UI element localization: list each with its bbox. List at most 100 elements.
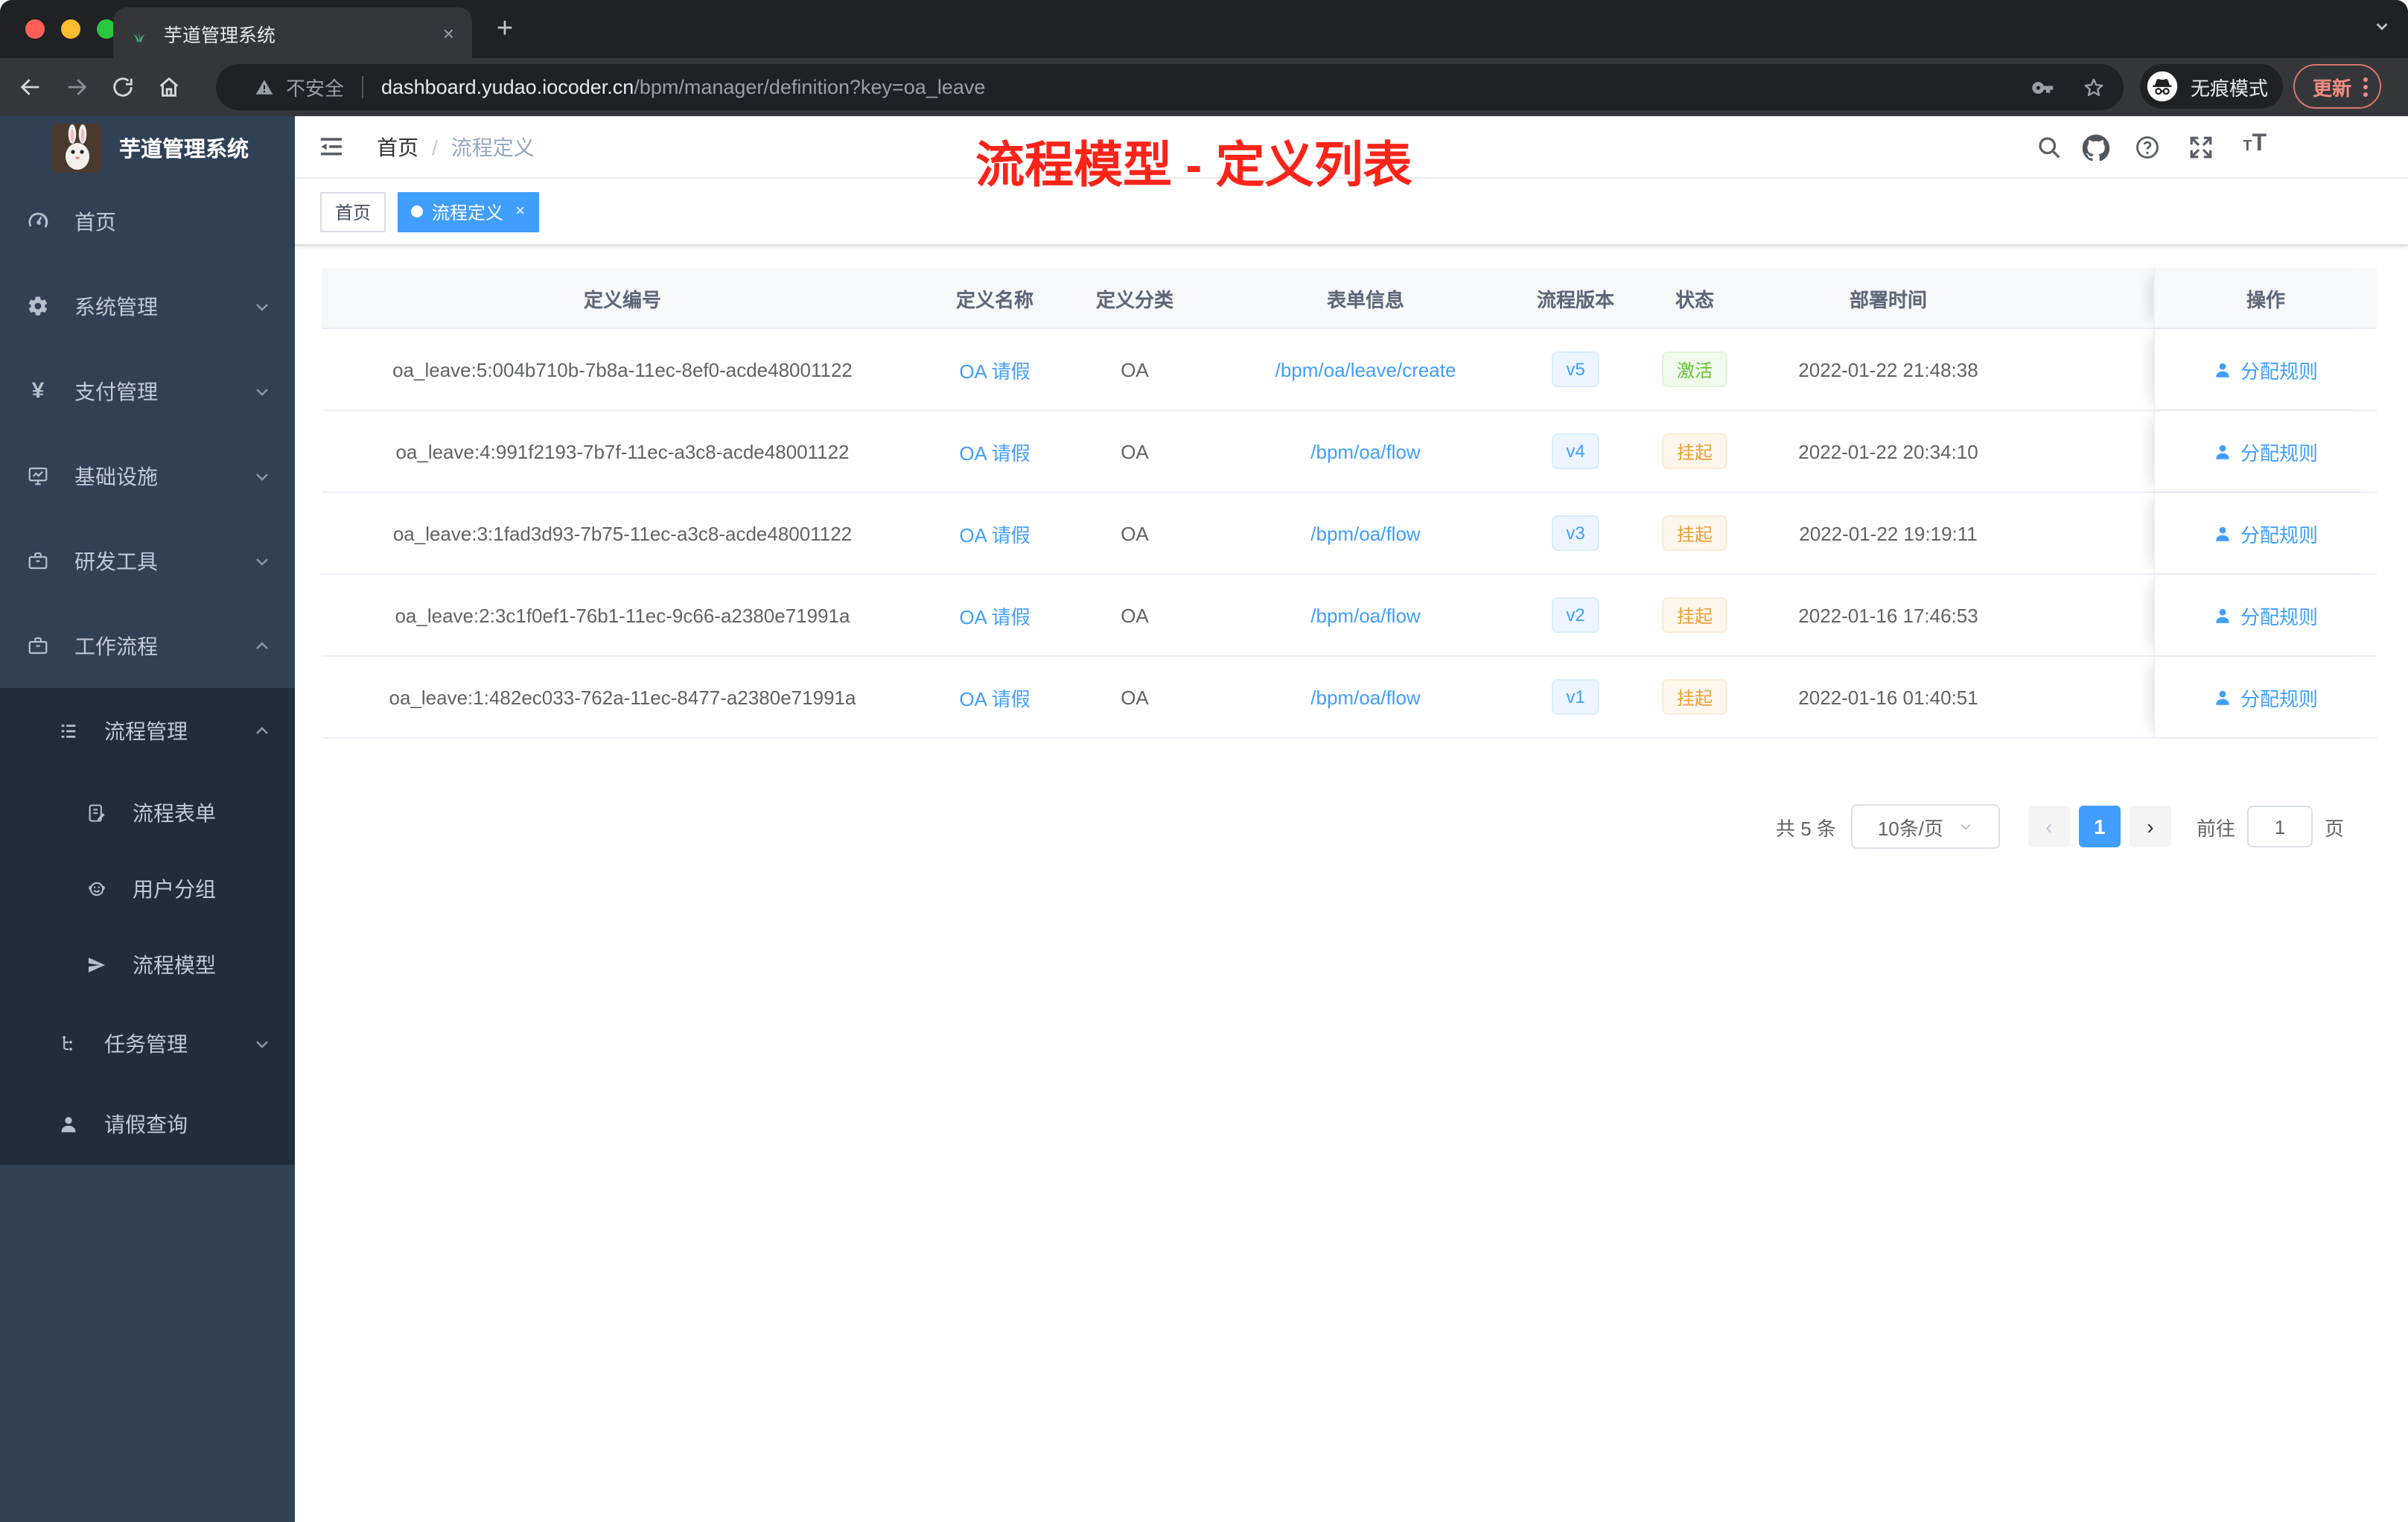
sidebar-item-process-management[interactable]: 流程管理 xyxy=(0,688,295,774)
tag-home[interactable]: 首页 xyxy=(320,191,386,232)
traffic-light-close[interactable] xyxy=(25,19,45,39)
home-icon[interactable] xyxy=(156,74,182,100)
back-icon[interactable] xyxy=(18,74,43,100)
sidebar-item-task-management[interactable]: 任务管理 xyxy=(0,1002,295,1084)
deploy-time-cell: 2022-01-22 20:34:10 xyxy=(1798,440,1978,462)
form-link[interactable]: /bpm/oa/flow xyxy=(1310,440,1420,462)
status-badge: 挂起 xyxy=(1661,679,1727,715)
definition-name-link[interactable]: OA 请假 xyxy=(959,519,1030,547)
definition-name-link[interactable]: OA 请假 xyxy=(959,601,1030,629)
sidebar-item-home[interactable]: 首页 xyxy=(0,179,295,264)
version-badge: v3 xyxy=(1551,515,1600,551)
category-cell: OA xyxy=(1121,686,1149,708)
sidebar-item-system[interactable]: 系统管理 xyxy=(0,264,295,348)
form-link[interactable]: /bpm/oa/flow xyxy=(1310,604,1420,626)
assign-rule-button[interactable]: 分配规则 xyxy=(2214,519,2318,547)
search-icon[interactable] xyxy=(2036,134,2063,161)
main-area: 首页 / 流程定义 TT 首页 流程定义 × 定义编号 定义名称 定义分类 表单… xyxy=(295,116,2408,1522)
sidebar-item-process-form[interactable]: 流程表单 xyxy=(0,774,295,850)
page-content: 定义编号 定义名称 定义分类 表单信息 流程版本 状态 部署时间 操作 oa_l… xyxy=(295,246,2408,1522)
sidebar-logo[interactable]: 芋道管理系统 xyxy=(0,116,295,179)
sidebar-item-leave-query[interactable]: 请假查询 xyxy=(0,1084,295,1165)
goto-page-input[interactable] xyxy=(2246,806,2313,847)
not-secure-label: 不安全 xyxy=(286,77,345,100)
prev-page-button[interactable]: ‹ xyxy=(2028,806,2070,847)
column-header: 表单信息 xyxy=(1326,288,1404,311)
browser-tab[interactable]: 芋道管理系统 × xyxy=(113,7,472,58)
tag-process-definition[interactable]: 流程定义 × xyxy=(398,191,540,232)
browser-menu-icon[interactable] xyxy=(2363,74,2369,99)
person-icon xyxy=(2217,608,2230,623)
sidebar-item-label: 任务管理 xyxy=(104,1031,188,1055)
chevron-up-icon xyxy=(253,722,271,740)
form-link[interactable]: /bpm/oa/flow xyxy=(1310,522,1420,544)
form-link[interactable]: /bpm/oa/leave/create xyxy=(1275,358,1456,380)
sidebar-item-process-model[interactable]: 流程模型 xyxy=(0,926,295,1002)
new-tab-button[interactable]: + xyxy=(487,12,523,48)
browser-update-button[interactable]: 更新 xyxy=(2293,64,2382,109)
tag-close-icon[interactable]: × xyxy=(515,203,525,220)
person-icon xyxy=(2217,362,2230,377)
bookmark-star-icon[interactable] xyxy=(2082,75,2106,99)
gear-icon xyxy=(28,296,48,316)
font-size-icon[interactable]: TT xyxy=(2243,131,2267,158)
toolbox-icon xyxy=(28,552,48,570)
definition-name-link[interactable]: OA 请假 xyxy=(959,437,1030,465)
breadcrumb: 首页 / 流程定义 xyxy=(377,132,535,162)
sidebar-item-label: 用户分组 xyxy=(133,876,216,900)
version-badge: v2 xyxy=(1551,597,1600,633)
assign-rule-button[interactable]: 分配规则 xyxy=(2214,601,2318,629)
next-page-button[interactable]: › xyxy=(2129,806,2171,847)
status-badge: 挂起 xyxy=(1661,597,1727,633)
sidebar-item-user-group[interactable]: 用户分组 xyxy=(0,850,295,926)
page-size-select[interactable]: 10条/页 xyxy=(1850,804,2000,849)
sidebar-item-payment[interactable]: ¥ 支付管理 xyxy=(0,348,295,433)
assign-rule-button[interactable]: 分配规则 xyxy=(2214,437,2318,465)
assign-rule-button[interactable]: 分配规则 xyxy=(2214,683,2318,711)
pagination-total: 共 5 条 xyxy=(1776,817,1836,839)
sidebar-item-dev-tools[interactable]: 研发工具 xyxy=(0,518,295,603)
sidebar-item-infrastructure[interactable]: 基础设施 xyxy=(0,433,295,518)
status-badge: 挂起 xyxy=(1661,433,1727,469)
assign-rule-button[interactable]: 分配规则 xyxy=(2214,355,2318,383)
chevron-up-icon xyxy=(253,637,271,655)
incognito-icon xyxy=(2147,71,2178,102)
tab-search-chevron-icon[interactable] xyxy=(2374,18,2390,34)
sidebar-item-label: 流程表单 xyxy=(133,800,216,824)
chevron-down-icon xyxy=(253,467,271,485)
sidebar-item-label: 请假查询 xyxy=(104,1112,188,1136)
sidebar-item-workflow[interactable]: 工作流程 xyxy=(0,603,295,688)
definition-id-cell: oa_leave:2:3c1f0ef1-76b1-11ec-9c66-a2380… xyxy=(395,604,850,626)
form-link[interactable]: /bpm/oa/flow xyxy=(1310,686,1420,708)
sidebar-item-label: 流程管理 xyxy=(104,719,188,743)
breadcrumb-home[interactable]: 首页 xyxy=(377,132,418,162)
reload-icon[interactable] xyxy=(110,74,136,100)
definition-name-link[interactable]: OA 请假 xyxy=(959,683,1030,711)
status-badge: 激活 xyxy=(1661,351,1727,387)
list-icon xyxy=(61,725,76,738)
version-badge: v4 xyxy=(1551,433,1600,469)
table-row: oa_leave:1:482ec033-762a-11ec-8477-a2380… xyxy=(322,657,2377,739)
hamburger-collapse-icon[interactable] xyxy=(317,133,345,161)
chevron-down-icon xyxy=(253,552,271,570)
page-unit-label: 页 xyxy=(2324,817,2344,839)
table-row: oa_leave:3:1fad3d93-7b75-11ec-a3c8-acde4… xyxy=(322,493,2377,575)
help-icon[interactable] xyxy=(2134,134,2161,161)
sidebar-item-label: 工作流程 xyxy=(74,634,158,657)
address-bar[interactable]: 不安全 dashboard.yudao.iocoder.cn/bpm/manag… xyxy=(216,64,2124,110)
fullscreen-icon[interactable] xyxy=(2188,134,2214,161)
org-tree-icon xyxy=(63,1035,72,1050)
traffic-light-minimize[interactable] xyxy=(61,19,80,39)
address-divider xyxy=(362,76,364,98)
page-number-button[interactable]: 1 xyxy=(2078,806,2121,847)
key-icon[interactable] xyxy=(2031,75,2055,99)
incognito-badge: 无痕模式 xyxy=(2140,64,2283,109)
github-icon[interactable] xyxy=(2082,134,2110,162)
sidebar: 芋道管理系统 首页 系统管理 ¥ 支付管理 基础设施 研发工具 工作流程 流程管… xyxy=(0,116,295,1522)
column-header: 定义编号 xyxy=(583,288,661,311)
definition-name-link[interactable]: OA 请假 xyxy=(959,355,1030,383)
forward-icon[interactable] xyxy=(64,74,89,100)
tab-close-icon[interactable]: × xyxy=(440,22,457,44)
chevron-down-icon xyxy=(253,382,271,400)
dashboard-icon xyxy=(28,212,48,228)
